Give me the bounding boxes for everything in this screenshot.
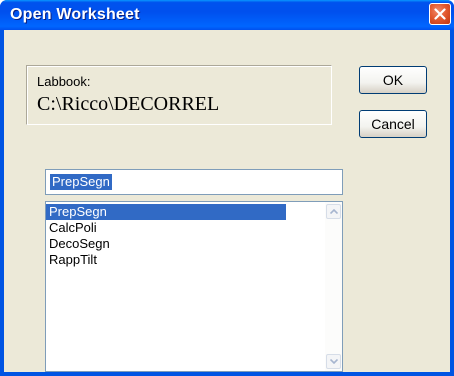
- list-item-rapptilt[interactable]: RappTilt: [46, 252, 286, 268]
- list-item-decosegn[interactable]: DecoSegn: [46, 236, 286, 252]
- list-item-calcpoli[interactable]: CalcPoli: [46, 220, 286, 236]
- chevron-up-icon: [330, 209, 338, 214]
- vertical-scrollbar[interactable]: [325, 202, 342, 371]
- dialog-title: Open Worksheet: [10, 6, 140, 23]
- cancel-button[interactable]: Cancel: [359, 110, 427, 138]
- labbook-label: Labbook:: [37, 74, 91, 89]
- worksheet-name-value: PrepSegn: [50, 174, 112, 190]
- title-bar[interactable]: Open Worksheet: [0, 0, 454, 30]
- labbook-group: Labbook: C:\Ricco\DECORREL: [26, 65, 332, 125]
- chevron-down-icon: [330, 359, 338, 364]
- worksheet-list: PrepSegn CalcPoli DecoSegn RappTilt: [46, 204, 286, 268]
- dialog-body: Labbook: C:\Ricco\DECORREL OK Cancel Pre…: [4, 30, 450, 372]
- list-item-prepsegn[interactable]: PrepSegn: [46, 204, 286, 220]
- worksheet-listbox[interactable]: PrepSegn CalcPoli DecoSegn RappTilt: [45, 201, 343, 372]
- scroll-down-button[interactable]: [326, 354, 341, 369]
- scroll-up-button[interactable]: [326, 204, 341, 219]
- labbook-path: C:\Ricco\DECORREL: [37, 93, 220, 115]
- open-worksheet-dialog: Open Worksheet Labbook: C:\Ricco\DECORRE…: [0, 0, 454, 376]
- close-button[interactable]: [429, 3, 451, 25]
- ok-button[interactable]: OK: [359, 66, 427, 94]
- close-icon: [434, 8, 446, 20]
- worksheet-name-input[interactable]: PrepSegn: [45, 169, 343, 195]
